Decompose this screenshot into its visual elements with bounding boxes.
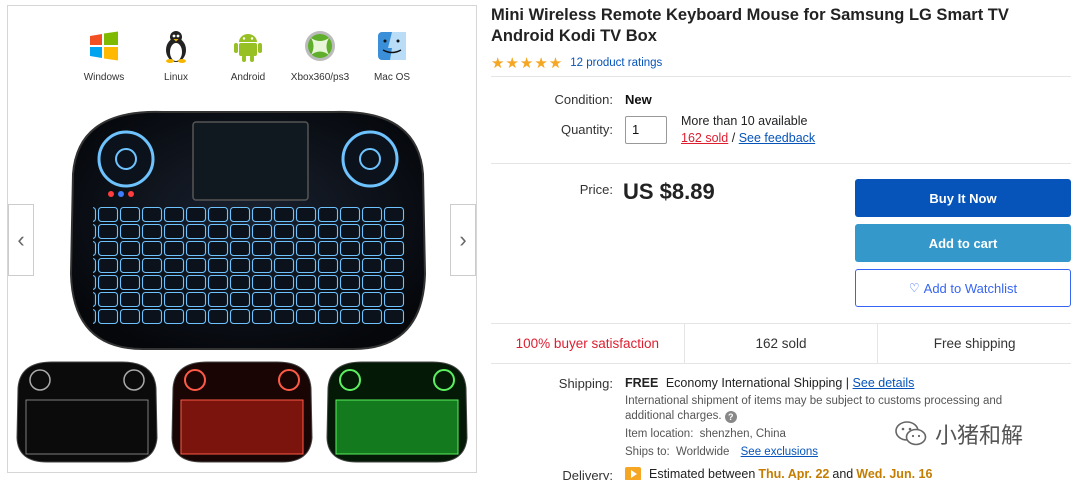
- see-feedback-link[interactable]: See feedback: [739, 131, 815, 145]
- add-to-cart-button[interactable]: Add to cart: [855, 224, 1071, 262]
- main-product-image[interactable]: [53, 104, 443, 354]
- separator: /: [731, 131, 736, 145]
- os-windows: Windows: [68, 28, 140, 83]
- intl-note-line-2: additional charges. ?: [625, 410, 737, 423]
- star-rating-icon: ★★★★★: [491, 55, 564, 72]
- product-title: Mini Wireless Remote Keyboard Mouse for …: [491, 6, 1009, 45]
- sold-feedback-line: 162 sold / See feedback: [681, 131, 815, 145]
- price-value: US $8.89: [623, 179, 715, 204]
- os-linux: Linux: [140, 28, 212, 83]
- mac-finder-icon: [378, 32, 406, 60]
- item-location-label: Item location:: [625, 428, 694, 440]
- ships-to-line: Ships to: Worldwide See exclusions: [625, 446, 818, 458]
- chevron-left-icon: ‹: [17, 227, 25, 252]
- thumbnail-strip: [12, 358, 472, 468]
- next-image-button[interactable]: ›: [450, 204, 476, 276]
- intl-note-text: additional charges.: [625, 410, 722, 422]
- delivery-truck-icon: [625, 467, 641, 480]
- shipping-label: Shipping:: [558, 376, 613, 391]
- quantity-label: Quantity:: [560, 122, 613, 137]
- sold-link[interactable]: 162 sold: [681, 131, 728, 145]
- os-xbox: Xbox360/ps3: [284, 28, 356, 83]
- ships-to-label: Ships to:: [625, 446, 670, 458]
- divider: [491, 163, 1071, 164]
- delivery-date-to: Wed. Jun. 16: [856, 467, 933, 480]
- os-label: Android: [230, 72, 266, 83]
- availability-text: More than 10 available: [681, 114, 808, 128]
- thumbnail-green[interactable]: [322, 358, 472, 466]
- help-question-icon[interactable]: ?: [724, 411, 737, 423]
- item-location-line: Item location: shenzhen, China: [625, 428, 786, 440]
- seller-stats-bar: 100% buyer satisfaction 162 sold Free sh…: [491, 323, 1071, 364]
- delivery-and: and: [832, 467, 854, 480]
- add-to-watchlist-button[interactable]: ♡ Add to Watchlist: [855, 269, 1071, 307]
- rating-row: ★★★★★ 12 product ratings: [491, 55, 662, 72]
- xbox-logo-icon: [305, 31, 335, 61]
- os-label: Xbox360/ps3: [290, 72, 350, 83]
- item-location-value: shenzhen, China: [699, 428, 786, 440]
- see-exclusions-link[interactable]: See exclusions: [741, 446, 818, 458]
- thumbnail-red[interactable]: [167, 358, 317, 466]
- thumbnail-black[interactable]: [12, 358, 162, 466]
- shipping-main-line: FREE Economy International Shipping | Se…: [625, 376, 914, 390]
- buy-it-now-label: Buy It Now: [929, 190, 997, 206]
- product-ratings-link[interactable]: 12 product ratings: [570, 57, 662, 69]
- add-to-cart-label: Add to cart: [928, 235, 998, 251]
- watermark: 小猪和解: [895, 418, 1023, 450]
- free-shipping-stat: Free shipping: [877, 324, 1071, 363]
- see-details-link[interactable]: See details: [853, 376, 915, 390]
- divider: [491, 76, 1071, 77]
- heart-icon: ♡: [908, 281, 920, 295]
- os-android: Android: [212, 28, 284, 83]
- buy-it-now-button[interactable]: Buy It Now: [855, 179, 1071, 217]
- delivery-date-from: Thu. Apr. 22: [758, 467, 830, 480]
- os-label: Mac OS: [373, 72, 411, 83]
- shipping-method: Economy International Shipping |: [665, 376, 850, 390]
- delivery-prefix: Estimated between: [649, 467, 756, 480]
- windows-logo-icon: [90, 31, 118, 61]
- os-macos: Mac OS: [356, 28, 428, 83]
- price-label: Price:: [579, 182, 613, 197]
- linux-tux-icon: [166, 31, 186, 63]
- add-to-watchlist-label: Add to Watchlist: [923, 280, 1018, 296]
- intl-note-line-1: International shipment of items may be s…: [625, 395, 1003, 407]
- os-label: Windows: [83, 72, 125, 83]
- os-compatibility-row: Windows Linux Android Xbox360/ps3 Mac OS: [68, 28, 428, 88]
- android-robot-icon: [234, 34, 262, 62]
- quantity-input[interactable]: 1: [625, 116, 667, 144]
- ships-to-value: Worldwide: [675, 446, 730, 458]
- condition-value: New: [625, 92, 652, 107]
- wechat-icon: [895, 421, 927, 446]
- condition-label: Condition:: [554, 92, 613, 107]
- watermark-text: 小猪和解: [935, 423, 1024, 448]
- buyer-satisfaction-stat: 100% buyer satisfaction: [515, 336, 659, 351]
- sold-count-stat: 162 sold: [683, 324, 878, 363]
- chevron-right-icon: ›: [459, 227, 467, 252]
- delivery-estimate: Estimated between Thu. Apr. 22 and Wed. …: [625, 467, 935, 480]
- image-gallery: Windows Linux Android Xbox360/ps3 Mac OS…: [7, 5, 477, 473]
- shipping-free: FREE: [625, 376, 659, 390]
- delivery-label: Delivery:: [562, 468, 613, 480]
- prev-image-button[interactable]: ‹: [8, 204, 34, 276]
- os-label: Linux: [164, 72, 188, 83]
